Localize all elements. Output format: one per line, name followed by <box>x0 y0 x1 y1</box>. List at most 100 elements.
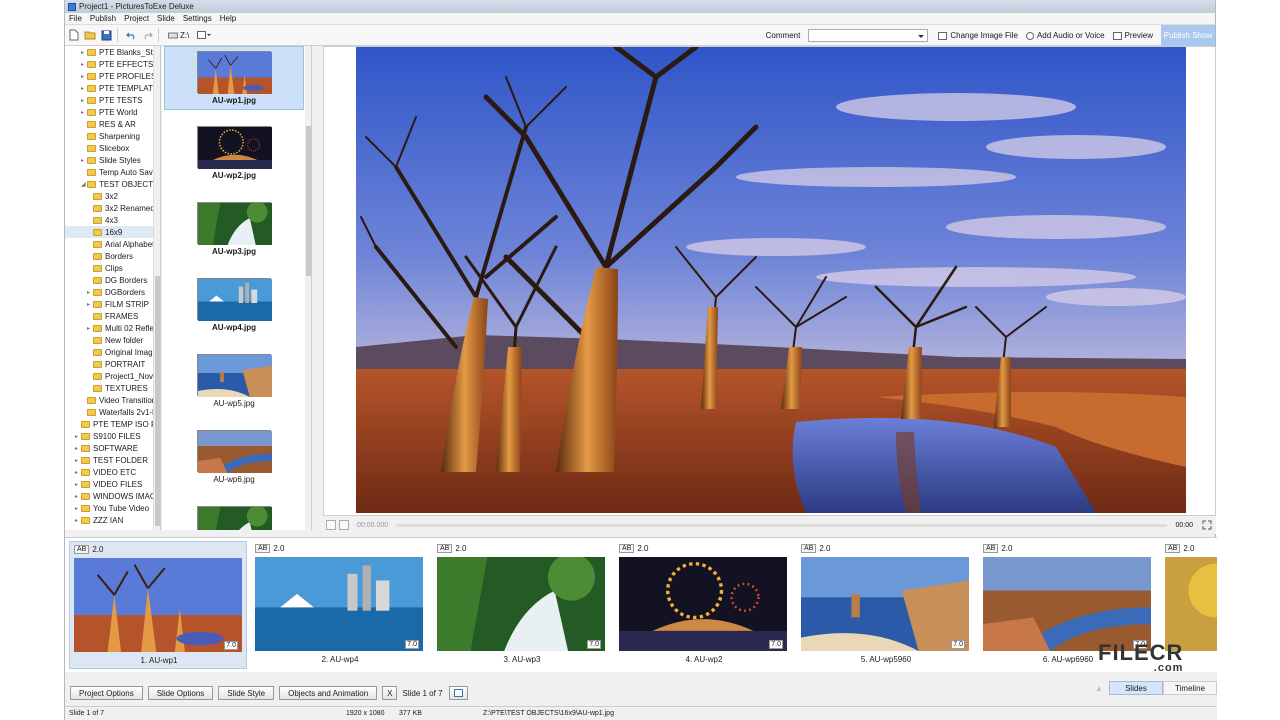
slide-thumbnail[interactable]: AB 2.0 7.0 1. AU-wp1 <box>69 541 247 669</box>
add-audio-button[interactable]: Add Audio or Voice <box>1025 31 1105 40</box>
slide-thumbnail[interactable]: AB 2.0 7.0 5. AU-wp5960 <box>797 541 975 669</box>
tree-item[interactable]: ▸ DGBorders <box>65 286 160 298</box>
scroll-thumb[interactable] <box>306 126 311 276</box>
transition-badge[interactable]: AB <box>983 544 999 553</box>
tree-item[interactable]: ▸ Slide Styles <box>65 154 160 166</box>
tree-item[interactable]: Project1_Nov1 <box>65 370 160 382</box>
slide-thumbnail[interactable]: AB 2.0 7.0 4. AU-wp2 <box>615 541 793 669</box>
transition-badge[interactable]: AB <box>619 544 635 553</box>
folder-icon <box>93 228 102 236</box>
view-mode-icon[interactable] <box>194 28 214 42</box>
tree-item[interactable]: Slicebox <box>65 142 160 154</box>
transition-badge[interactable]: AB <box>255 544 271 553</box>
fullscreen-icon[interactable] <box>1202 520 1212 530</box>
play-button[interactable] <box>326 520 336 530</box>
delete-slide-button[interactable]: X <box>382 686 398 700</box>
tree-item[interactable]: ▸ VIDEO ETC <box>65 466 160 478</box>
undo-icon[interactable] <box>124 28 138 42</box>
file-item[interactable] <box>164 502 304 530</box>
slide-label: 3. AU-wp3 <box>503 655 541 664</box>
redo-icon[interactable] <box>140 28 154 42</box>
menu-settings[interactable]: Settings <box>179 14 216 23</box>
slide-list-icon[interactable] <box>448 686 468 700</box>
tree-item[interactable]: FRAMES <box>65 310 160 322</box>
file-item[interactable]: AU-wp4.jpg <box>164 274 304 338</box>
tree-item[interactable]: Original Image <box>65 346 160 358</box>
scroll-thumb[interactable] <box>155 276 160 526</box>
comment-combo[interactable] <box>808 29 929 42</box>
tree-item[interactable]: ▸ You Tube Video <box>65 502 160 514</box>
tree-item[interactable]: 3x2 <box>65 190 160 202</box>
file-list-scrollbar[interactable] <box>305 46 311 530</box>
transition-badge[interactable]: AB <box>801 544 817 553</box>
tree-item[interactable]: ▸ SOFTWARE <box>65 442 160 454</box>
tree-item[interactable]: Clips <box>65 262 160 274</box>
slide-style-button[interactable]: Slide Style <box>218 686 275 700</box>
tree-item[interactable]: 3x2 Renamed <box>65 202 160 214</box>
transition-badge[interactable]: AB <box>437 544 453 553</box>
transition-badge[interactable]: AB <box>74 545 90 554</box>
tree-item[interactable]: ◢ TEST OBJECTS <box>65 178 160 190</box>
slide-strip-scrollbar[interactable] <box>65 672 1217 680</box>
tree-item[interactable]: RES & AR <box>65 118 160 130</box>
tree-item[interactable]: Borders <box>65 250 160 262</box>
folder-icon <box>93 288 102 296</box>
tree-item[interactable]: ▸ ZZZ IAN <box>65 514 160 526</box>
project-options-button[interactable]: Project Options <box>70 686 143 700</box>
file-item[interactable]: AU-wp1.jpg <box>164 46 304 110</box>
menu-file[interactable]: File <box>65 14 86 23</box>
tab-timeline[interactable]: Timeline <box>1163 681 1217 695</box>
tree-item[interactable]: 4x3 <box>65 214 160 226</box>
tree-item[interactable]: TEXTURES <box>65 382 160 394</box>
collapse-up-icon[interactable]: ▵ <box>1089 681 1109 695</box>
slide-options-button[interactable]: Slide Options <box>147 686 214 700</box>
menu-publish[interactable]: Publish <box>86 14 120 23</box>
slide-thumbnail[interactable]: AB 2.0 7.0 3. AU-wp3 <box>433 541 611 669</box>
file-item[interactable]: AU-wp5.jpg <box>164 350 304 414</box>
seek-slider[interactable] <box>396 523 1168 527</box>
save-icon[interactable] <box>99 28 113 42</box>
file-item[interactable]: AU-wp2.jpg <box>164 122 304 186</box>
tree-item[interactable]: ▸ PTE TESTS <box>65 94 160 106</box>
menu-project[interactable]: Project <box>120 14 153 23</box>
tree-item[interactable]: ▸ S9100 FILES <box>65 430 160 442</box>
tree-item[interactable]: ▸ PTE EFFECTS FO <box>65 58 160 70</box>
title-bar: Project1 - PicturesToExe Deluxe <box>65 0 1215 13</box>
tree-item[interactable]: ▸PTE PROFILES FO <box>65 70 160 82</box>
preview-button[interactable]: Preview <box>1112 31 1153 40</box>
tree-item[interactable]: ▸ PTE Blanks_Strol <box>65 46 160 58</box>
objects-animation-button[interactable]: Objects and Animation <box>279 686 378 700</box>
drive-selector[interactable]: Z:\ <box>165 28 192 42</box>
tree-item[interactable]: PTE TEMP ISO FILI <box>65 418 160 430</box>
tree-item[interactable]: Arial Alphabet <box>65 238 160 250</box>
tree-item[interactable]: ▸ FILM STRIP <box>65 298 160 310</box>
tree-item[interactable]: ▸ PTE TEMPLATES <box>65 82 160 94</box>
tree-item[interactable]: ▸ TEST FOLDER <box>65 454 160 466</box>
tab-slides[interactable]: Slides <box>1109 681 1163 695</box>
tree-item[interactable]: Sharpening <box>65 130 160 142</box>
publish-show-button[interactable]: Publish Show <box>1161 25 1215 46</box>
tree-item[interactable]: ▸ WINDOWS IMAGE <box>65 490 160 502</box>
tree-item[interactable]: PORTRAIT <box>65 358 160 370</box>
tree-item[interactable]: ▸ Multi 02 Reflec <box>65 322 160 334</box>
tree-item[interactable]: Temp Auto Save <box>65 166 160 178</box>
file-item[interactable]: AU-wp6.jpg <box>164 426 304 490</box>
tree-item[interactable]: ▸ PTE World <box>65 106 160 118</box>
new-project-icon[interactable] <box>67 28 81 42</box>
tree-item[interactable]: Waterfalls 2v1-K <box>65 406 160 418</box>
menu-help[interactable]: Help <box>216 14 240 23</box>
tree-item[interactable]: New folder <box>65 334 160 346</box>
transition-badge[interactable]: AB <box>1165 544 1181 553</box>
slide-thumbnail[interactable]: AB 2.0 7.0 2. AU-wp4 <box>251 541 429 669</box>
folder-tree-scrollbar[interactable] <box>153 46 160 530</box>
change-image-button[interactable]: Change Image File <box>938 31 1018 40</box>
file-item[interactable]: AU-wp3.jpg <box>164 198 304 262</box>
tree-item[interactable]: Video Transition <box>65 394 160 406</box>
tree-item[interactable]: ▸ VIDEO FILES <box>65 478 160 490</box>
tree-item[interactable]: DG Borders <box>65 274 160 286</box>
folder-icon <box>87 108 96 116</box>
menu-slide[interactable]: Slide <box>153 14 179 23</box>
stop-button[interactable] <box>339 520 349 530</box>
open-folder-icon[interactable] <box>83 28 97 42</box>
tree-item[interactable]: 16x9 <box>65 226 160 238</box>
